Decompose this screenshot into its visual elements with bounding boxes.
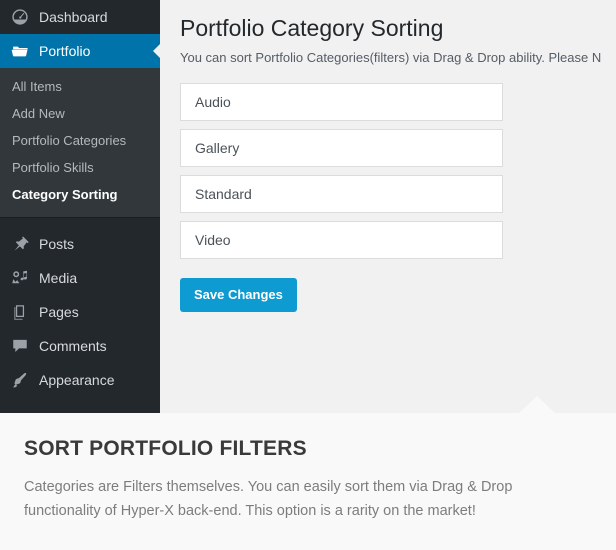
sidebar-item-posts[interactable]: Posts [0, 227, 160, 261]
save-changes-button[interactable]: Save Changes [180, 278, 297, 312]
sortable-item[interactable]: Gallery [180, 129, 503, 167]
comment-icon [9, 336, 31, 356]
sidebar-subitem-portfolio-skills[interactable]: Portfolio Skills [0, 155, 160, 182]
sidebar-item-appearance[interactable]: Appearance [0, 363, 160, 397]
sidebar-subitem-category-sorting[interactable]: Category Sorting [0, 182, 160, 209]
caption-notch-icon [519, 396, 555, 413]
admin-content: Portfolio Category Sorting You can sort … [160, 0, 616, 413]
pages-icon [9, 302, 31, 322]
sidebar-item-label: Portfolio [39, 44, 90, 58]
caption-title: Sort Portfolio Filters [0, 413, 616, 460]
sortable-item[interactable]: Video [180, 221, 503, 259]
sidebar-item-pages[interactable]: Pages [0, 295, 160, 329]
caption-block: Sort Portfolio Filters Categories are Fi… [0, 413, 616, 550]
media-icon [9, 268, 31, 288]
page-description: You can sort Portfolio Categories(filter… [160, 43, 616, 66]
sidebar-item-media[interactable]: Media [0, 261, 160, 295]
pin-icon [9, 234, 31, 254]
admin-screenshot: Dashboard Portfolio All Items Add New Po… [0, 0, 616, 413]
caption-text: Categories are Filters themselves. You c… [0, 460, 616, 523]
sidebar-item-label: Appearance [39, 373, 115, 387]
sidebar-separator [0, 217, 160, 227]
sortable-item[interactable]: Audio [180, 83, 503, 121]
dashboard-icon [9, 7, 31, 27]
save-button-wrap: Save Changes [160, 267, 616, 312]
sidebar-subitem-all-items[interactable]: All Items [0, 74, 160, 101]
wp-admin-sidebar: Dashboard Portfolio All Items Add New Po… [0, 0, 160, 413]
active-menu-arrow-icon [153, 43, 160, 59]
feature-card: Dashboard Portfolio All Items Add New Po… [0, 0, 616, 550]
sidebar-item-dashboard[interactable]: Dashboard [0, 0, 160, 34]
folder-icon [9, 41, 31, 61]
sidebar-item-label: Comments [39, 339, 107, 353]
sidebar-subitem-add-new[interactable]: Add New [0, 101, 160, 128]
sortable-item[interactable]: Standard [180, 175, 503, 213]
page-title: Portfolio Category Sorting [160, 0, 616, 43]
category-sort-list: Audio Gallery Standard Video [160, 66, 616, 259]
sidebar-item-comments[interactable]: Comments [0, 329, 160, 363]
sidebar-item-label: Posts [39, 237, 74, 251]
brush-icon [9, 370, 31, 390]
sidebar-item-label: Media [39, 271, 77, 285]
portfolio-submenu: All Items Add New Portfolio Categories P… [0, 68, 160, 217]
sidebar-subitem-portfolio-categories[interactable]: Portfolio Categories [0, 128, 160, 155]
sidebar-item-label: Pages [39, 305, 79, 319]
sidebar-item-label: Dashboard [39, 10, 108, 24]
sidebar-item-portfolio[interactable]: Portfolio [0, 34, 160, 68]
